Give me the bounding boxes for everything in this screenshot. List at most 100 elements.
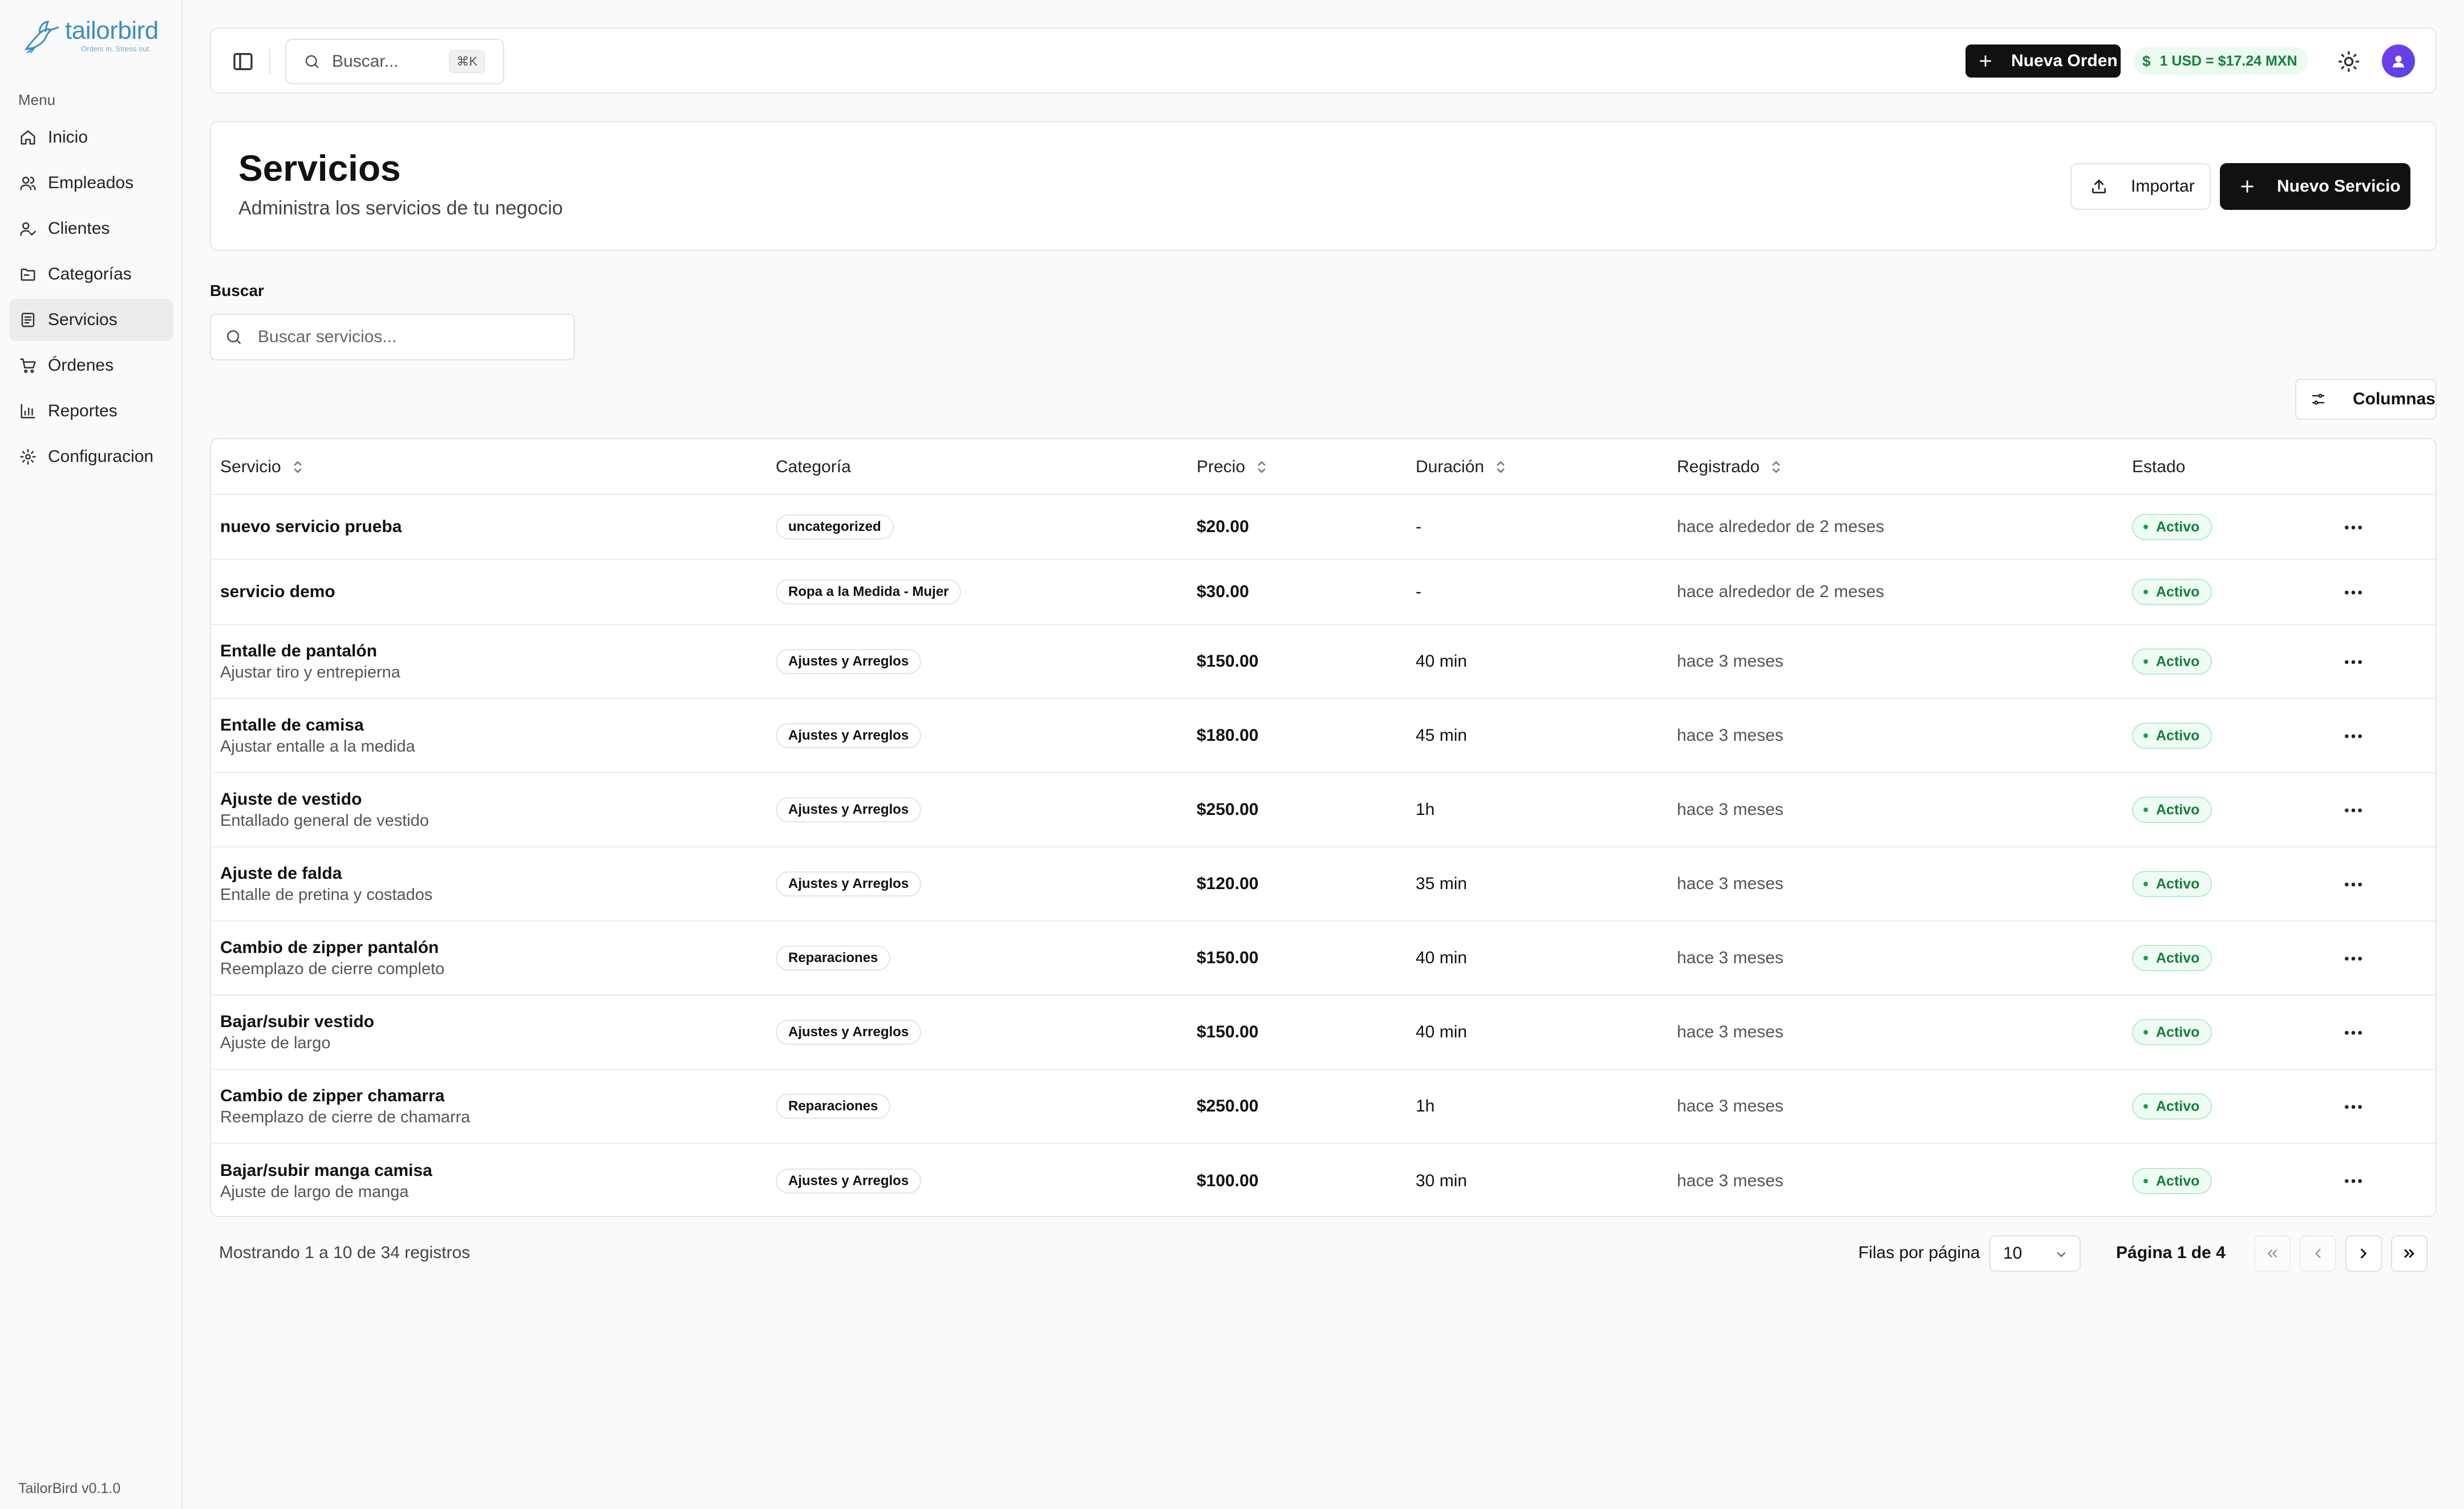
sun-icon[interactable] bbox=[2337, 50, 2360, 73]
rows-per-page-label: Filas por página bbox=[1858, 1243, 1980, 1262]
more-actions-icon[interactable] bbox=[2342, 1170, 2365, 1192]
next-page-button[interactable] bbox=[2345, 1235, 2382, 1272]
new-order-button[interactable]: Nueva Orden bbox=[1965, 44, 2121, 78]
category-badge: Ajustes y Arreglos bbox=[776, 871, 922, 897]
duration-cell: 45 min bbox=[1416, 699, 1655, 772]
import-button[interactable]: Importar bbox=[2070, 163, 2211, 210]
column-header-service[interactable]: Servicio bbox=[220, 439, 304, 495]
registered-date: hace 3 meses bbox=[1677, 652, 1784, 671]
column-header-status: Estado bbox=[2132, 439, 2185, 495]
service-duration: 45 min bbox=[1416, 726, 1468, 745]
service-price: $20.00 bbox=[1197, 517, 1249, 536]
status-badge: Activo bbox=[2132, 723, 2212, 749]
service-duration: 40 min bbox=[1416, 948, 1468, 967]
status-dot bbox=[2143, 733, 2148, 738]
table-row[interactable]: Entalle de pantalón Ajustar tiro y entrep… bbox=[211, 625, 2435, 699]
category-cell: Ajustes y Arreglos bbox=[776, 773, 1175, 846]
sidebar-item-label: Reportes bbox=[48, 401, 117, 420]
user-avatar[interactable] bbox=[2382, 44, 2415, 78]
sidebar-item-empleados[interactable]: Empleados bbox=[9, 162, 173, 204]
registered-cell: hace 3 meses bbox=[1677, 847, 2110, 920]
column-header-price[interactable]: Precio bbox=[1197, 439, 1268, 495]
price-cell: $150.00 bbox=[1197, 922, 1402, 995]
more-actions-icon[interactable] bbox=[2342, 873, 2365, 896]
status-dot bbox=[2143, 882, 2148, 886]
status-badge: Activo bbox=[2132, 797, 2212, 823]
sidebar-item-reportes[interactable]: Reportes bbox=[9, 390, 173, 432]
price-cell: $250.00 bbox=[1197, 773, 1402, 846]
column-header-registered[interactable]: Registrado bbox=[1677, 439, 1782, 495]
table-row[interactable]: Cambio de zipper pantalón Reemplazo de ci… bbox=[211, 922, 2435, 996]
chevrons-left-icon bbox=[2267, 1250, 2277, 1258]
sidebar-item-label: Inicio bbox=[48, 128, 88, 147]
previous-page-button[interactable] bbox=[2300, 1235, 2336, 1272]
category-badge: Ajustes y Arreglos bbox=[776, 1020, 922, 1045]
column-header-duration[interactable]: Duración bbox=[1416, 439, 1507, 495]
status-dot bbox=[2143, 1179, 2148, 1183]
registered-date: hace 3 meses bbox=[1677, 874, 1784, 893]
more-actions-icon[interactable] bbox=[2342, 651, 2365, 674]
service-name: Bajar/subir vestido bbox=[220, 1012, 375, 1031]
app-version: TailorBird v0.1.0 bbox=[18, 1480, 121, 1496]
table-row[interactable]: Bajar/subir manga camisa Ajuste de largo … bbox=[211, 1144, 2435, 1216]
sidebar-item-ordenes[interactable]: Órdenes bbox=[9, 344, 173, 387]
column-header-label: Categoría bbox=[776, 457, 851, 476]
page-indicator: Página 1 de 4 bbox=[2116, 1243, 2226, 1262]
table-row[interactable]: Ajuste de vestido Entallado general de ve… bbox=[211, 773, 2435, 847]
duration-cell: 40 min bbox=[1416, 625, 1655, 698]
rows-per-page-value: 10 bbox=[2003, 1244, 2023, 1263]
status-label: Activo bbox=[2156, 653, 2200, 670]
registered-cell: hace alrededor de 2 meses bbox=[1677, 495, 2110, 559]
duration-cell: 1h bbox=[1416, 773, 1655, 846]
brand-logo[interactable]: tailorbird Orders in. Stress out. bbox=[23, 17, 159, 55]
service-price: $150.00 bbox=[1197, 948, 1259, 967]
first-page-button[interactable] bbox=[2254, 1235, 2291, 1272]
duration-cell: 35 min bbox=[1416, 847, 1655, 920]
sidebar-item-configuracion[interactable]: Configuracion bbox=[9, 436, 173, 478]
more-actions-icon[interactable] bbox=[2342, 947, 2365, 970]
new-service-button[interactable]: Nuevo Servicio bbox=[2220, 163, 2410, 210]
service-name: Cambio de zipper chamarra bbox=[220, 1086, 445, 1105]
status-dot bbox=[2143, 808, 2148, 812]
service-search-input[interactable] bbox=[258, 327, 566, 347]
rows-per-page-select[interactable]: 10 bbox=[1989, 1235, 2081, 1272]
sidebar-toggle-icon[interactable] bbox=[232, 50, 254, 73]
service-price: $120.00 bbox=[1197, 874, 1259, 893]
more-actions-icon[interactable] bbox=[2342, 581, 2365, 604]
more-actions-icon[interactable] bbox=[2342, 1021, 2365, 1044]
global-search-placeholder: Buscar... bbox=[332, 52, 399, 71]
service-search-box[interactable] bbox=[210, 314, 575, 360]
category-badge: Ropa a la Medida - Mujer bbox=[776, 579, 962, 605]
service-cell: Cambio de zipper chamarra Reemplazo de ci… bbox=[220, 1070, 756, 1143]
more-actions-icon[interactable] bbox=[2342, 516, 2365, 539]
status-label: Activo bbox=[2156, 875, 2200, 892]
table-row[interactable]: nuevo servicio prueba uncategorized $20.00… bbox=[211, 495, 2435, 560]
sidebar-item-servicios[interactable]: Servicios bbox=[9, 299, 173, 341]
status-dot bbox=[2143, 1104, 2148, 1109]
menu-label: Menu bbox=[18, 91, 56, 108]
table-row[interactable]: Ajuste de falda Entalle de pretina y cost… bbox=[211, 847, 2435, 922]
table-row[interactable]: Bajar/subir vestido Ajuste de largo Ajuste… bbox=[211, 996, 2435, 1070]
registered-cell: hace alrededor de 2 meses bbox=[1677, 560, 2110, 624]
last-page-button[interactable] bbox=[2391, 1235, 2427, 1272]
columns-button[interactable]: Columnas bbox=[2295, 379, 2437, 420]
status-badge: Activo bbox=[2132, 1168, 2212, 1194]
table-row[interactable]: Entalle de camisa Ajustar entalle a la me… bbox=[211, 699, 2435, 773]
service-name: Ajuste de vestido bbox=[220, 789, 362, 809]
more-actions-icon[interactable] bbox=[2342, 799, 2365, 822]
sidebar-item-clientes[interactable]: Clientes bbox=[9, 208, 173, 250]
category-cell: Ajustes y Arreglos bbox=[776, 996, 1175, 1069]
service-price: $250.00 bbox=[1197, 800, 1259, 819]
plus-icon bbox=[2241, 180, 2254, 193]
status-badge: Activo bbox=[2132, 514, 2212, 540]
table-row[interactable]: servicio demo Ropa a la Medida - Mujer $30… bbox=[211, 560, 2435, 625]
sidebar-item-categorias[interactable]: Categorías bbox=[9, 253, 173, 295]
category-cell: uncategorized bbox=[776, 495, 1175, 559]
sidebar-item-inicio[interactable]: Inicio bbox=[9, 116, 173, 159]
table-row[interactable]: Cambio de zipper chamarra Reemplazo de ci… bbox=[211, 1070, 2435, 1144]
more-actions-icon[interactable] bbox=[2342, 725, 2365, 748]
more-actions-icon[interactable] bbox=[2342, 1096, 2365, 1118]
global-search-input[interactable]: Buscar... ⌘K bbox=[285, 39, 504, 84]
service-cell: Ajuste de vestido Entallado general de ve… bbox=[220, 773, 756, 846]
registered-date: hace 3 meses bbox=[1677, 948, 1784, 967]
